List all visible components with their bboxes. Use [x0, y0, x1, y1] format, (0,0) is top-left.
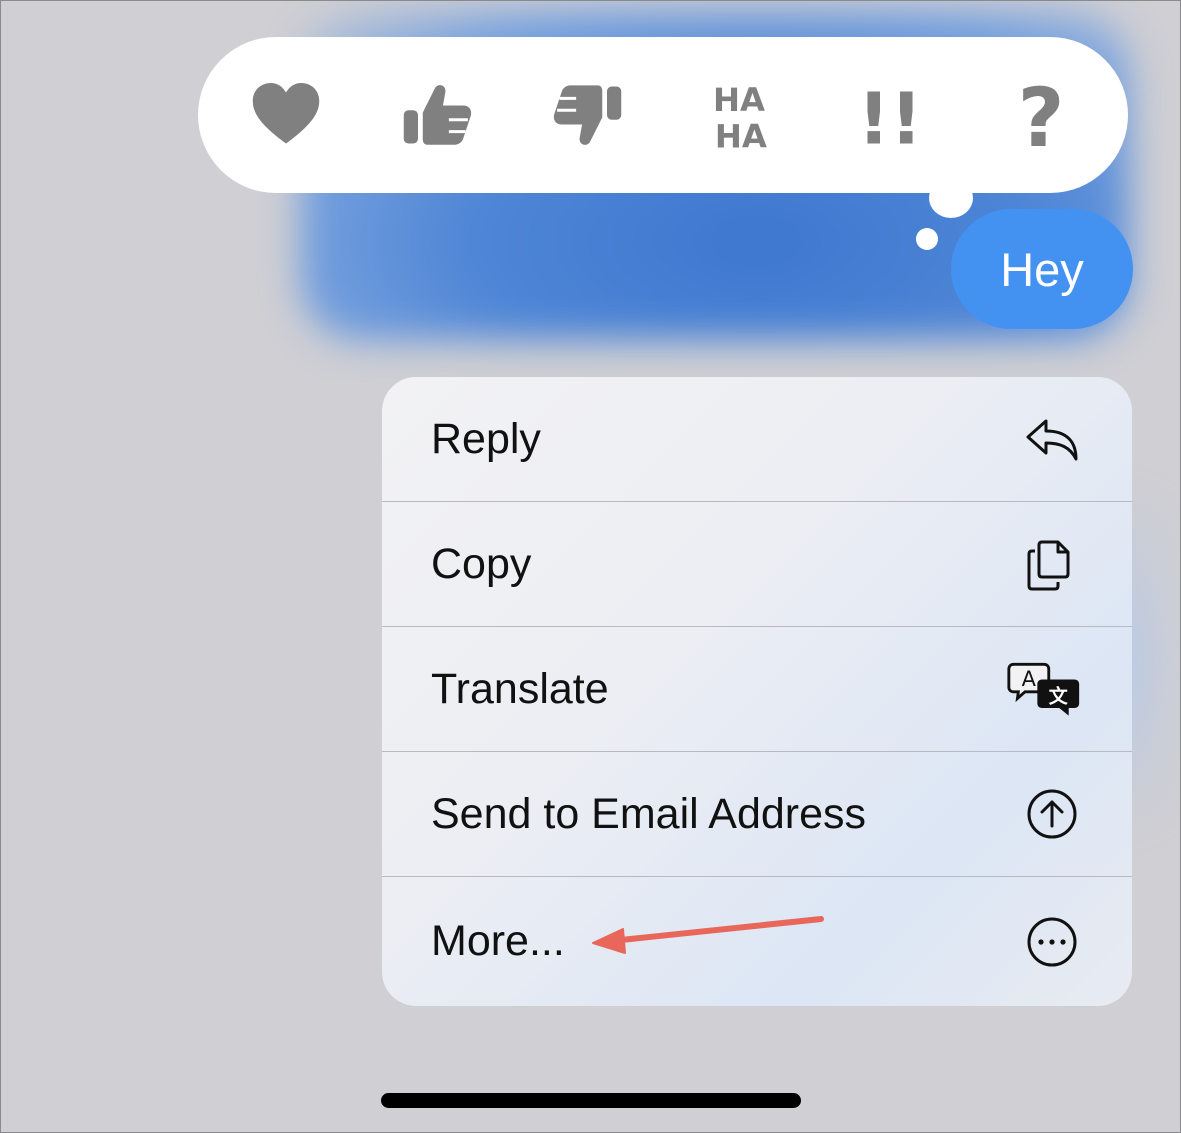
- menu-item-translate[interactable]: Translate A 文: [382, 627, 1132, 752]
- message-bubble[interactable]: Hey: [951, 209, 1133, 329]
- menu-item-reply[interactable]: Reply: [382, 377, 1132, 502]
- copy-documents-icon: [1020, 532, 1084, 596]
- tapback-thumbs-up[interactable]: [392, 70, 482, 160]
- question-text: ?: [1017, 77, 1064, 153]
- thumbs-up-icon: [403, 85, 471, 145]
- thumbs-down-icon: [553, 85, 621, 145]
- double-exclamation-icon: !!: [857, 78, 922, 154]
- menu-item-send-to-email[interactable]: Send to Email Address: [382, 752, 1132, 877]
- annotation-arrow: [592, 916, 824, 954]
- share-up-arrow-circle-icon: [1020, 782, 1084, 846]
- message-text: Hey: [1000, 242, 1084, 296]
- reply-arrow-icon: [1020, 407, 1084, 471]
- menu-item-copy[interactable]: Copy: [382, 502, 1132, 627]
- ellipsis-circle-icon: [1020, 910, 1084, 974]
- menu-item-label: Send to Email Address: [431, 789, 867, 838]
- tapback-heart[interactable]: [241, 70, 331, 160]
- tapback-thumbs-down[interactable]: [543, 70, 633, 160]
- tapback-tail-small-dot: [916, 228, 938, 250]
- home-indicator[interactable]: [381, 1093, 801, 1108]
- menu-item-label: Reply: [431, 414, 541, 463]
- translate-glyph-b: 文: [1049, 684, 1069, 707]
- haha-top-text: HA: [712, 81, 764, 119]
- menu-item-label: More...: [431, 917, 565, 965]
- translate-icon: A 文: [1004, 657, 1084, 721]
- tapback-haha[interactable]: HA HA: [694, 70, 784, 160]
- tapback-tail-large-dot: [929, 178, 973, 218]
- menu-item-label: Copy: [431, 539, 532, 588]
- translate-glyph-a: A: [1022, 667, 1037, 691]
- question-mark-icon: ?: [1017, 77, 1064, 153]
- haha-bottom-text: HA: [714, 117, 766, 153]
- heart-icon: [252, 82, 319, 144]
- emphasize-text: !!: [857, 78, 922, 154]
- tapback-emphasize[interactable]: !!: [845, 70, 935, 160]
- menu-item-label: Translate: [431, 664, 609, 713]
- tapback-bar: HA HA !! ?: [198, 37, 1128, 193]
- tapback-question[interactable]: ?: [996, 70, 1086, 160]
- haha-icon: HA HA: [712, 81, 766, 153]
